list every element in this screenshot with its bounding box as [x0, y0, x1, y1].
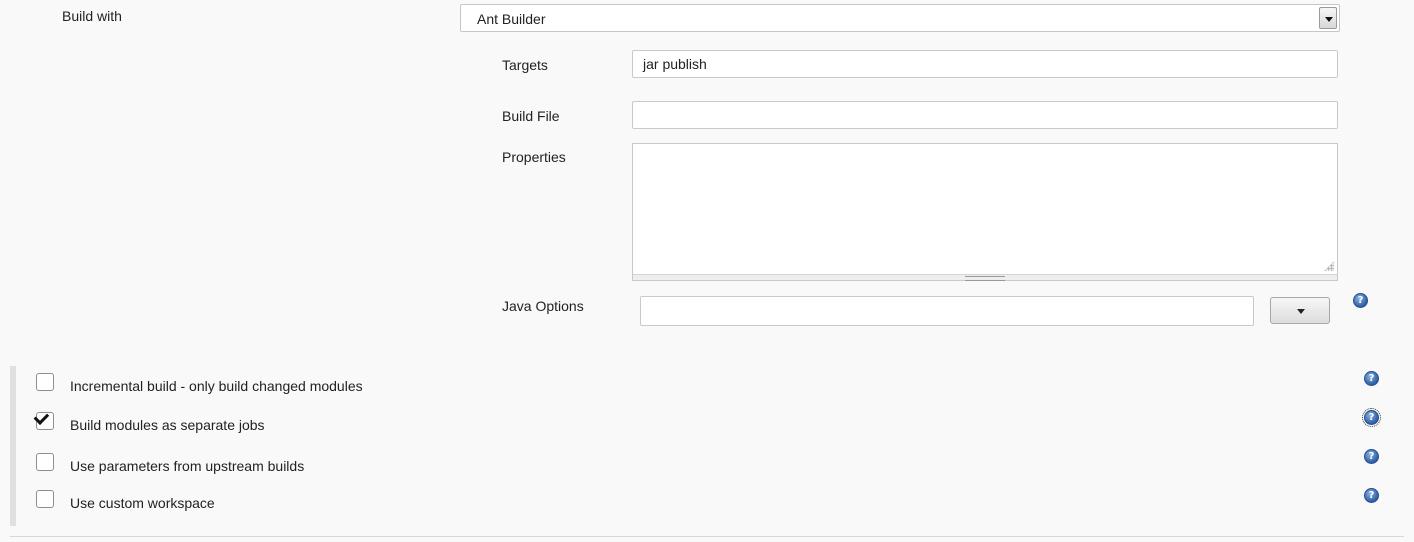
java-options-label: Java Options [502, 298, 584, 314]
help-icon[interactable]: ? [1364, 488, 1379, 503]
help-icon[interactable]: ? [1362, 408, 1381, 427]
properties-textarea[interactable] [632, 143, 1338, 281]
incremental-build-checkbox[interactable] [36, 373, 54, 391]
java-options-input[interactable] [640, 296, 1254, 326]
help-icon[interactable]: ? [1364, 371, 1379, 386]
build-file-label: Build File [502, 108, 560, 124]
targets-input[interactable]: jar publish [632, 50, 1338, 78]
upstream-parameters-checkbox[interactable] [36, 453, 54, 471]
java-options-expand-button[interactable] [1270, 297, 1330, 324]
build-with-selected-value: Ant Builder [477, 11, 546, 27]
build-with-select[interactable]: Ant Builder [460, 4, 1340, 32]
separate-jobs-label: Build modules as separate jobs [70, 417, 265, 433]
build-config-panel: Build with Ant Builder Targets jar publi… [0, 0, 1414, 542]
properties-text[interactable] [633, 144, 1337, 274]
help-icon[interactable]: ? [1364, 449, 1379, 464]
custom-workspace-checkbox[interactable] [36, 490, 54, 508]
targets-label: Targets [502, 57, 548, 73]
custom-workspace-label: Use custom workspace [70, 495, 215, 511]
help-icon[interactable]: ? [1353, 293, 1368, 308]
build-file-input[interactable] [632, 101, 1338, 129]
properties-label: Properties [502, 149, 566, 165]
upstream-parameters-label: Use parameters from upstream builds [70, 458, 305, 474]
chevron-down-icon[interactable] [1319, 7, 1337, 29]
build-with-label: Build with [62, 8, 122, 24]
divider [10, 536, 1404, 537]
textarea-expand-handle[interactable] [633, 274, 1337, 281]
incremental-build-label: Incremental build - only build changed m… [70, 378, 363, 394]
separate-jobs-checkbox[interactable] [36, 412, 54, 430]
